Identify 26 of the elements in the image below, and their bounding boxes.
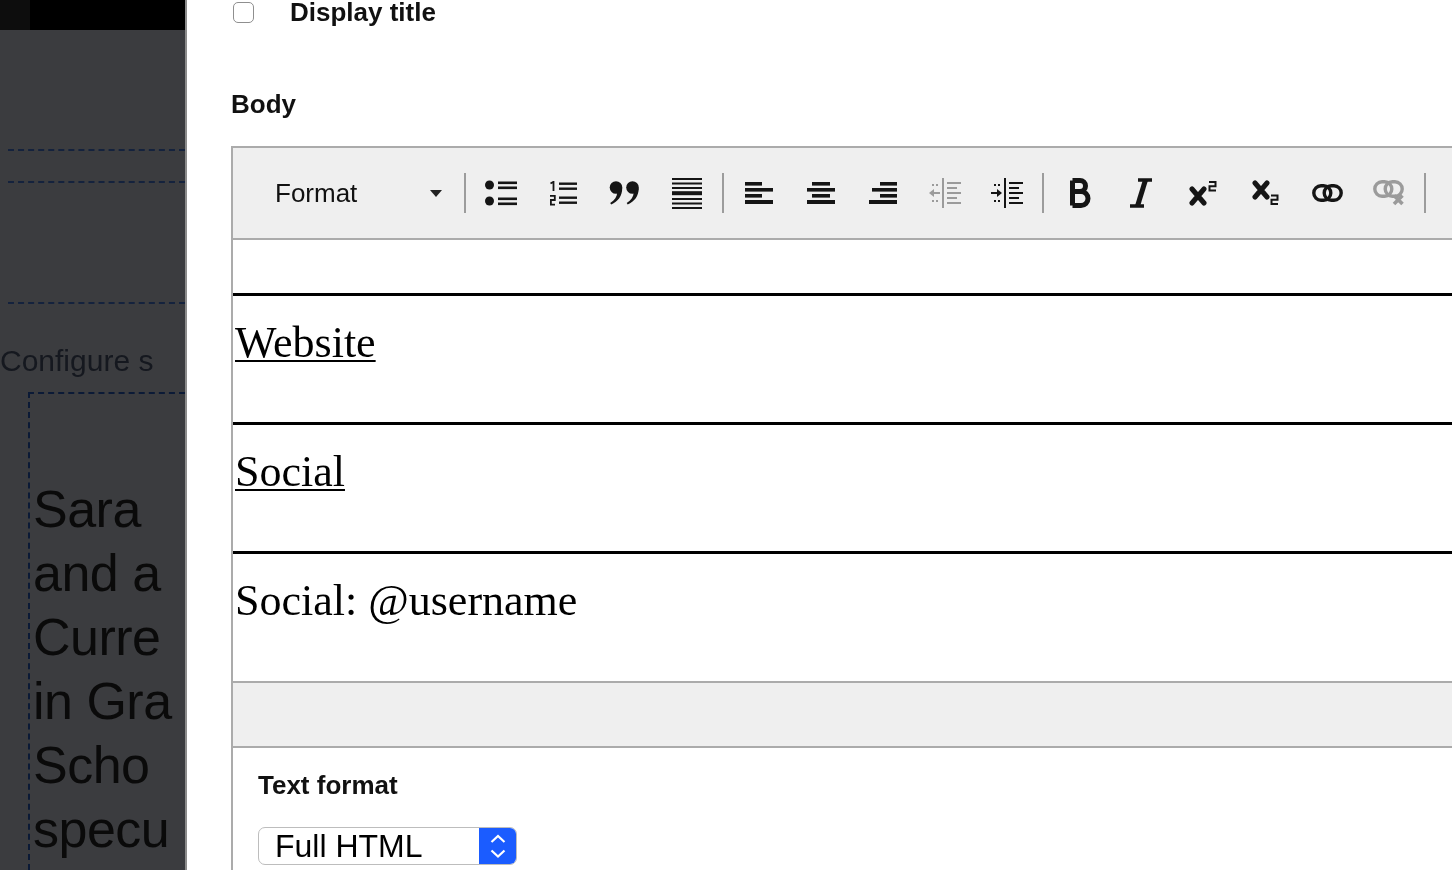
bold-icon [1067, 178, 1091, 208]
subscript-icon [1251, 180, 1279, 206]
caret-icon [430, 189, 442, 197]
indent-icon [991, 178, 1023, 208]
unlink-icon [1373, 180, 1405, 206]
numbered-list-icon [549, 180, 577, 206]
content-link[interactable]: Website [235, 318, 376, 367]
format-dropdown[interactable]: Format [258, 171, 454, 215]
field-label: Body [231, 88, 296, 120]
align-right-icon [869, 182, 897, 204]
content-text: Social: @username [235, 576, 578, 625]
align-center-icon [807, 182, 835, 204]
chain-link-icon [1311, 184, 1343, 202]
content-link[interactable]: Social [235, 447, 345, 496]
bulleted-list-icon [485, 180, 517, 206]
quote-marks-icon [609, 181, 641, 205]
horizontal-line-icon [672, 177, 702, 209]
superscript-icon [1189, 180, 1217, 206]
text-format-select[interactable]: Full HTML [258, 827, 517, 865]
italic-icon [1129, 178, 1153, 208]
field-label: Text format [258, 769, 398, 801]
checkbox[interactable] [233, 1, 254, 23]
stepper-icon [479, 828, 516, 864]
align-left-icon [745, 182, 773, 204]
checkbox-label: Display title [290, 0, 436, 24]
outdent-icon [929, 178, 961, 208]
